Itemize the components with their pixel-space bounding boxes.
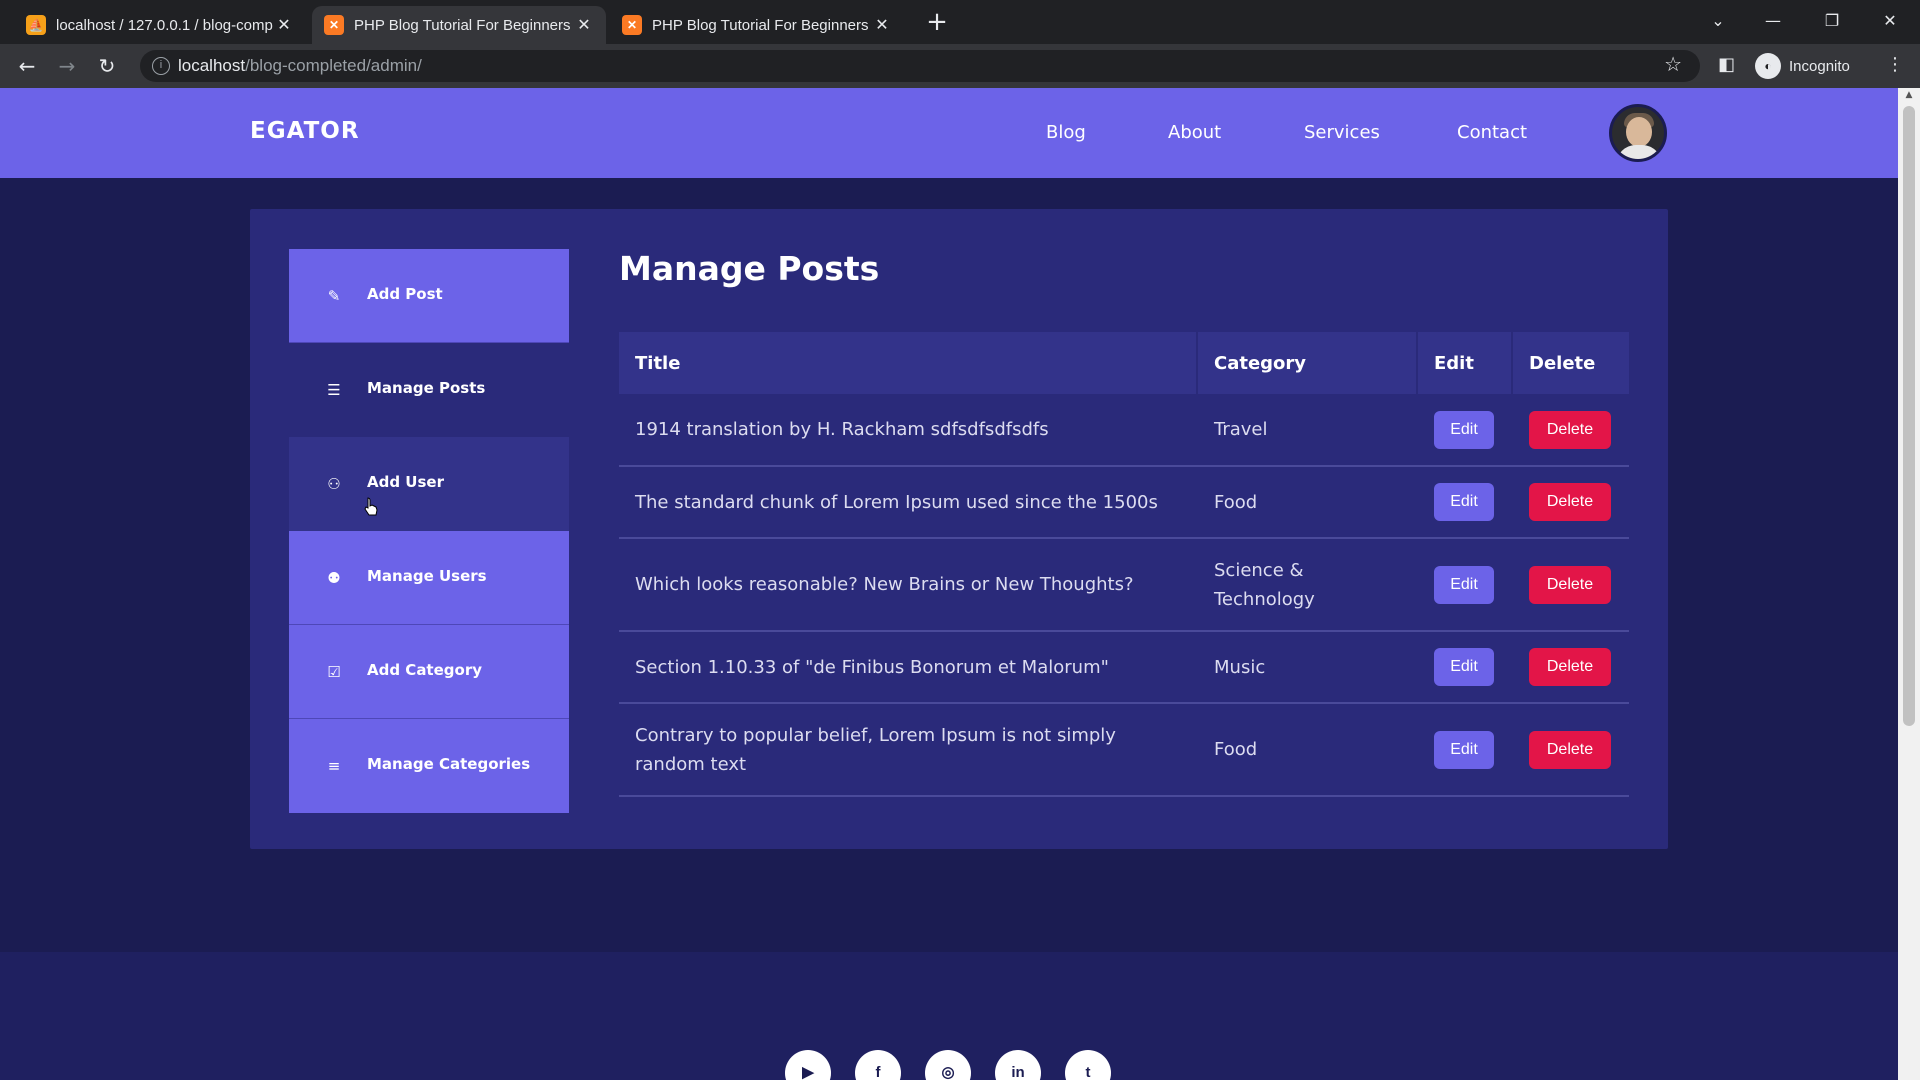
admin-sidebar: ✎ Add Post ☰ Manage Posts ⚇ Add User ⚉ M…	[289, 249, 569, 813]
forward-icon[interactable]: →	[52, 52, 82, 82]
table-row: Which looks reasonable? New Brains or Ne…	[619, 538, 1629, 632]
sidebar-item-label: Add Category	[367, 661, 482, 679]
post-category: Music	[1196, 631, 1417, 704]
list-icon: ≡	[327, 757, 341, 775]
column-header-title: Title	[619, 332, 1197, 394]
reload-icon[interactable]: ↻	[92, 52, 122, 82]
address-bar[interactable]: i localhost/blog-completed/admin/ ☆	[140, 50, 1700, 82]
url-host: localhost	[178, 56, 246, 75]
column-header-edit: Edit	[1416, 332, 1512, 394]
phpmyadmin-icon: ⛵	[26, 15, 46, 35]
column-header-delete: Delete	[1511, 332, 1629, 394]
nav-link-services[interactable]: Services	[1304, 122, 1380, 143]
side-panel-icon[interactable]: ◧	[1718, 54, 1735, 75]
edit-button[interactable]: Edit	[1434, 730, 1494, 769]
pencil-icon: ✎	[327, 287, 341, 305]
sidebar-item-manage-categories[interactable]: ≡ Manage Categories	[289, 719, 569, 813]
tab-title: PHP Blog Tutorial For Beginners	[652, 16, 869, 34]
url-text[interactable]: localhost/blog-completed/admin/	[178, 56, 422, 76]
edit-button[interactable]: Edit	[1434, 648, 1494, 686]
delete-button[interactable]: Delete	[1529, 648, 1611, 686]
post-category: Food	[1196, 703, 1417, 797]
main-content: Manage Posts Title Category Edit Delete …	[619, 249, 1629, 797]
site-header: EGATOR Blog About Services Contact	[0, 88, 1898, 178]
incognito-indicator[interactable]: ◐ Incognito	[1755, 51, 1850, 81]
users-icon: ⚉	[327, 569, 341, 587]
page-scrollbar[interactable]: ▲	[1898, 88, 1920, 1080]
xampp-icon: ✕	[622, 15, 642, 35]
sidebar-item-label: Add User	[367, 473, 444, 491]
delete-button[interactable]: Delete	[1529, 565, 1611, 604]
posts-table: Title Category Edit Delete 1914 translat…	[619, 332, 1629, 797]
table-header-row: Title Category Edit Delete	[619, 332, 1629, 394]
sidebar-item-label: Add Post	[367, 285, 443, 303]
sidebar-item-label: Manage Users	[367, 567, 487, 585]
minimize-icon[interactable]: —	[1753, 6, 1793, 36]
bookmark-star-icon[interactable]: ☆	[1664, 52, 1682, 76]
edit-button[interactable]: Edit	[1434, 565, 1494, 604]
tab-title: localhost / 127.0.0.1 / blog-comp	[56, 16, 273, 34]
incognito-label: Incognito	[1789, 57, 1850, 75]
sidebar-item-add-post[interactable]: ✎ Add Post	[289, 249, 569, 343]
post-title: 1914 translation by H. Rackham sdfsdfsdf…	[619, 394, 1197, 467]
post-title: Which looks reasonable? New Brains or Ne…	[619, 538, 1197, 632]
sidebar-item-manage-users[interactable]: ⚉ Manage Users	[289, 531, 569, 625]
xampp-icon: ✕	[324, 15, 344, 35]
post-title: The standard chunk of Lorem Ipsum used s…	[619, 466, 1197, 539]
edit-box-icon: ☑	[327, 663, 341, 681]
post-category: Travel	[1196, 394, 1417, 467]
mouse-cursor-icon	[364, 497, 378, 516]
edit-button[interactable]: Edit	[1434, 410, 1494, 449]
nav-link-about[interactable]: About	[1168, 122, 1221, 143]
post-title: Section 1.10.33 of "de Finibus Bonorum e…	[619, 631, 1197, 704]
sidebar-item-add-category[interactable]: ☑ Add Category	[289, 625, 569, 719]
page-viewport: EGATOR Blog About Services Contact ✎ Add…	[0, 88, 1898, 1080]
sidebar-item-label: Manage Posts	[367, 379, 486, 397]
close-window-icon[interactable]: ✕	[1870, 6, 1910, 36]
post-title: Contrary to popular belief, Lorem Ipsum …	[619, 703, 1197, 797]
add-user-icon: ⚇	[327, 475, 341, 493]
edit-button[interactable]: Edit	[1434, 483, 1494, 521]
nav-link-blog[interactable]: Blog	[1046, 122, 1086, 143]
delete-button[interactable]: Delete	[1529, 730, 1611, 769]
delete-button[interactable]: Delete	[1529, 410, 1611, 449]
table-row: Contrary to popular belief, Lorem Ipsum …	[619, 703, 1629, 797]
close-tab-icon[interactable]: ✕	[574, 15, 594, 35]
posts-list-icon: ☰	[327, 381, 341, 399]
delete-button[interactable]: Delete	[1529, 483, 1611, 521]
nav-link-contact[interactable]: Contact	[1457, 122, 1527, 143]
restore-icon[interactable]: ❐	[1812, 6, 1852, 36]
back-icon[interactable]: ←	[12, 52, 42, 82]
post-category: Science & Technology	[1196, 538, 1417, 632]
browser-tab-phpmyadmin[interactable]: ⛵ localhost / 127.0.0.1 / blog-comp ✕	[14, 6, 306, 44]
close-tab-icon[interactable]: ✕	[872, 15, 892, 35]
dashboard-panel: ✎ Add Post ☰ Manage Posts ⚇ Add User ⚉ M…	[250, 209, 1668, 849]
profile-avatar[interactable]	[1609, 104, 1667, 162]
new-tab-icon[interactable]: +	[922, 8, 952, 38]
column-header-category: Category	[1196, 332, 1417, 394]
post-category: Food	[1196, 466, 1417, 539]
scrollbar-thumb[interactable]	[1903, 106, 1915, 726]
table-row: 1914 translation by H. Rackham sdfsdfsdf…	[619, 394, 1629, 467]
browser-tab-active[interactable]: ✕ PHP Blog Tutorial For Beginners ✕	[312, 6, 606, 44]
incognito-icon: ◐	[1755, 53, 1781, 79]
site-logo[interactable]: EGATOR	[250, 118, 360, 144]
close-tab-icon[interactable]: ✕	[274, 15, 294, 35]
browser-toolbar: ← → ↻ i localhost/blog-completed/admin/ …	[0, 44, 1920, 88]
tab-title: PHP Blog Tutorial For Beginners	[354, 16, 571, 34]
sidebar-item-manage-posts[interactable]: ☰ Manage Posts	[289, 343, 569, 437]
page-title: Manage Posts	[619, 249, 880, 288]
sidebar-item-add-user[interactable]: ⚇ Add User	[289, 437, 569, 531]
table-row: The standard chunk of Lorem Ipsum used s…	[619, 466, 1629, 539]
scroll-up-icon[interactable]: ▲	[1903, 90, 1915, 100]
table-row: Section 1.10.33 of "de Finibus Bonorum e…	[619, 631, 1629, 704]
sidebar-item-label: Manage Categories	[367, 755, 531, 773]
browser-menu-icon[interactable]: ⋮	[1886, 54, 1904, 75]
site-info-icon[interactable]: i	[152, 57, 170, 75]
tab-search-icon[interactable]: ⌄	[1698, 6, 1738, 36]
url-path: /blog-completed/admin/	[245, 56, 422, 75]
browser-tab-3[interactable]: ✕ PHP Blog Tutorial For Beginners ✕	[610, 6, 904, 44]
browser-tab-bar: ⛵ localhost / 127.0.0.1 / blog-comp ✕ ✕ …	[0, 0, 1920, 44]
